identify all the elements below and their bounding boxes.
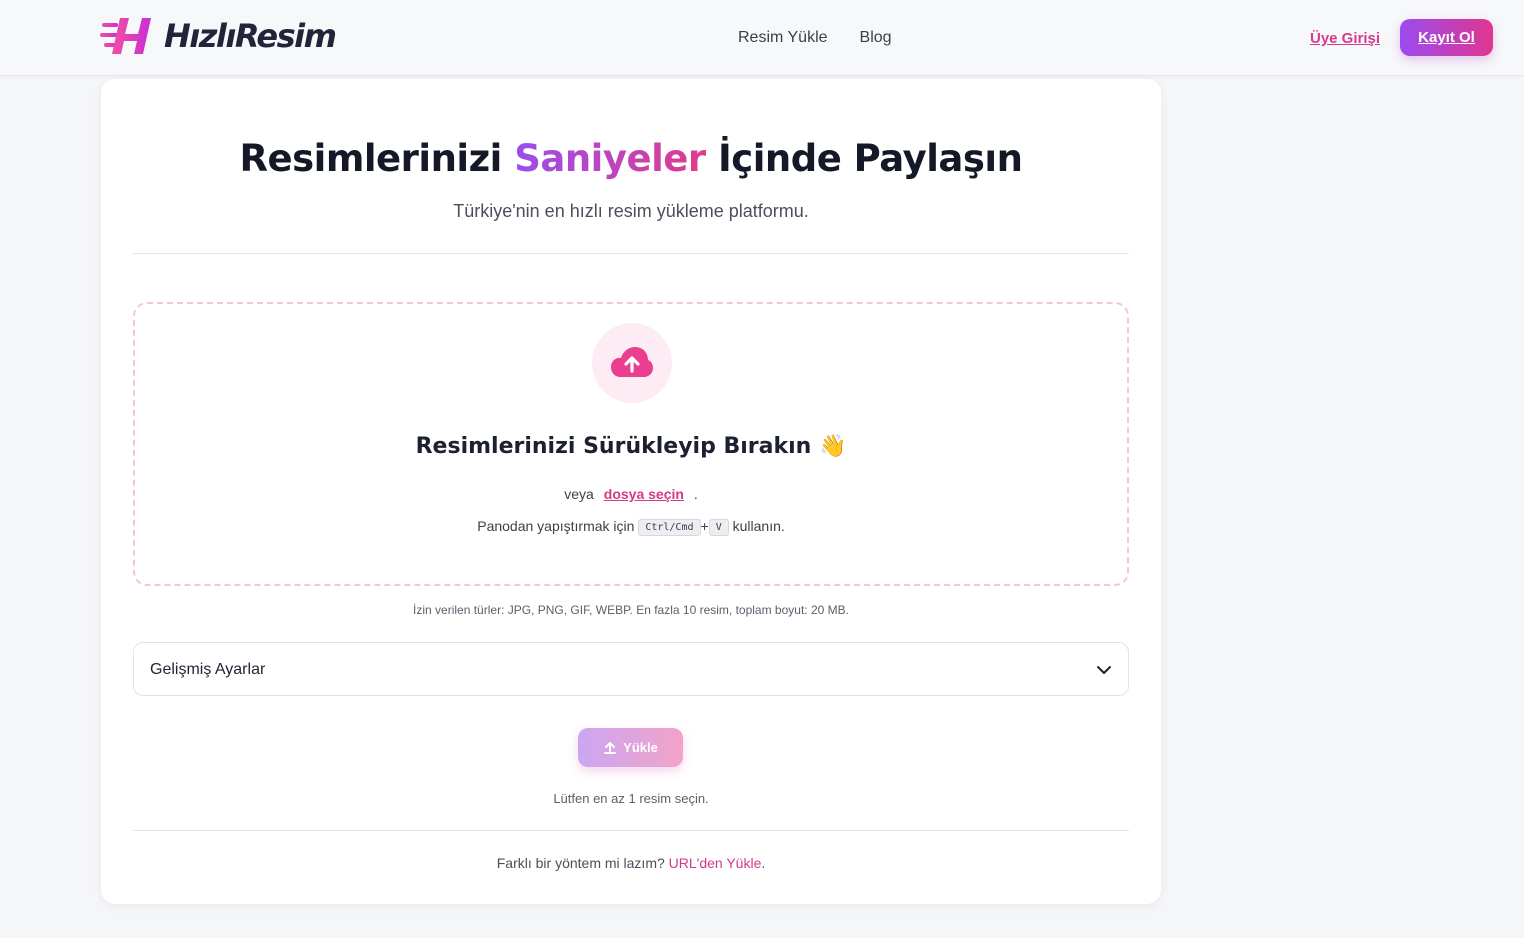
advanced-settings-toggle[interactable]: Gelişmiş Ayarlar [133,642,1129,696]
upload-button-label: Yükle [623,740,658,755]
logo[interactable]: HızlıResim [100,14,337,58]
title-before: Resimlerinizi [239,137,515,180]
page-subtitle: Türkiye'nin en hızlı resim yükleme platf… [453,201,809,221]
selection-hint: Lütfen en az 1 resim seçin. [553,791,709,806]
page-title: Resimlerinizi Saniyeler İçinde Paylaşın [101,137,1161,180]
title-accent: Saniyeler [514,137,706,180]
allowed-types-note: İzin verilen türler: JPG, PNG, GIF, WEBP… [413,603,849,617]
logo-text: HızlıResim [164,17,337,55]
upload-card: Resimlerinizi Saniyeler İçinde Paylaşın … [101,79,1161,904]
alt-prefix: Farklı bir yöntem mi lazım? [496,855,665,871]
choose-file-link[interactable]: dosya seçin [604,486,684,502]
kbd-plus: + [700,518,709,534]
site-header: HızlıResim Resim Yükle Blog Üye Girişi K… [0,0,1524,76]
kbd-ctrl-cmd: Ctrl/Cmd [638,519,701,536]
or-suffix: . [693,486,698,502]
upload-icon [604,741,617,754]
alt-suffix: . [761,855,766,871]
title-after: İçinde Paylaşın [705,137,1023,180]
chevron-down-icon [1097,666,1111,674]
login-link[interactable]: Üye Girişi [1310,30,1380,47]
paste-hint: Panodan yapıştırmak için Ctrl/Cmd + V kull… [135,518,1127,536]
paste-suffix: kullanın. [732,518,785,534]
advanced-settings-label: Gelişmiş Ayarlar [150,661,266,678]
nav-blog[interactable]: Blog [860,29,892,47]
kbd-v: V [708,519,729,536]
cloud-upload-icon [592,323,672,403]
bottom-divider [133,830,1129,831]
paste-prefix: Panodan yapıştırmak için [477,518,635,534]
upload-button[interactable]: Yükle [578,728,683,767]
logo-icon [100,18,151,54]
signup-button[interactable]: Kayıt Ol [1400,19,1493,56]
url-upload-link[interactable]: URL'den Yükle [669,855,762,871]
or-text: veya [564,486,594,502]
alternative-method: Farklı bir yöntem mi lazım? URL'den Yükl… [101,855,1161,871]
dropzone[interactable]: Resimlerinizi Sürükleyip Bırakın 👋 veya d… [133,302,1129,586]
nav-resim-yukle[interactable]: Resim Yükle [738,29,828,47]
dropzone-or-line: veya dosya seçin. [135,486,1127,502]
top-divider [133,253,1129,254]
dropzone-title: Resimlerinizi Sürükleyip Bırakın 👋 [415,434,847,459]
main-nav: Resim Yükle Blog [738,29,892,47]
